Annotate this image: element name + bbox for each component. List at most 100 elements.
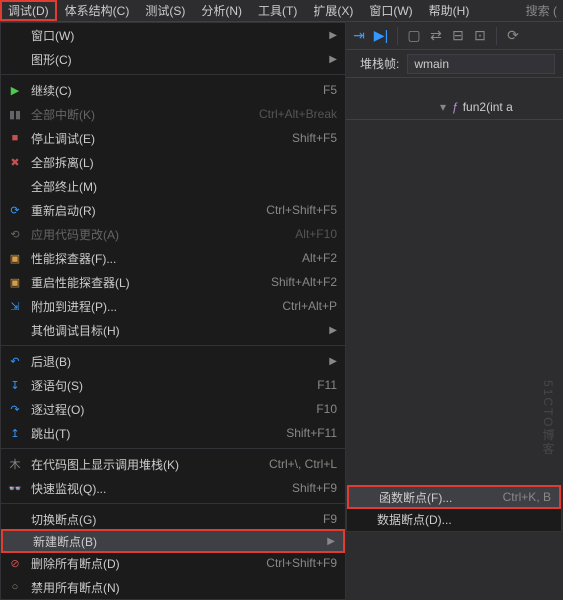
menu-shortcut: Ctrl+Shift+F5 (266, 203, 337, 217)
menubar: 调试(D) 体系结构(C) 测试(S) 分析(N) 工具(T) 扩展(X) 窗口… (0, 0, 563, 22)
submenu-function-bp[interactable]: 函数断点(F)... Ctrl+K, B (347, 485, 561, 509)
blank-icon (7, 533, 27, 549)
menu-label: 其他调试目标(H) (31, 322, 321, 339)
menu-label: 性能探查器(F)... (31, 250, 282, 267)
step-over-icon: ↷ (5, 401, 25, 417)
menu-shortcut: Shift+F11 (286, 426, 337, 440)
menu-debug[interactable]: 调试(D) (0, 0, 57, 21)
menu-step-out[interactable]: ↥ 跳出(T) Shift+F11 (1, 421, 345, 445)
menu-apply-code: ⟲ 应用代码更改(A) Alt+F10 (1, 222, 345, 246)
debug-dropdown: 窗口(W) ▶ 图形(C) ▶ ▶ 继续(C) F5 ▮▮ 全部中断(K) Ct… (0, 22, 346, 600)
separator (1, 345, 345, 346)
menu-shortcut: Shift+F5 (292, 131, 337, 145)
step-out-icon: ↥ (5, 425, 25, 441)
menu-tools[interactable]: 工具(T) (250, 0, 305, 21)
stack-frame-select[interactable]: wmain (407, 54, 555, 74)
menu-shortcut: F11 (317, 378, 337, 392)
menu-shortcut: Ctrl+Alt+P (282, 299, 337, 313)
menu-arch[interactable]: 体系结构(C) (57, 0, 138, 21)
menu-label: 全部中断(K) (31, 106, 239, 123)
menu-stop[interactable]: ■ 停止调试(E) Shift+F5 (1, 126, 345, 150)
menu-disable-all-bp[interactable]: ○ 禁用所有断点(N) (1, 575, 345, 599)
tool-icon-1[interactable]: ▢ (405, 27, 423, 45)
menu-label: 新建断点(B) (33, 533, 319, 550)
delete-bp-icon: ⊘ (5, 555, 25, 571)
menu-label: 全部终止(M) (31, 178, 337, 195)
menu-help[interactable]: 帮助(H) (421, 0, 478, 21)
menu-shortcut: Ctrl+\, Ctrl+L (269, 457, 337, 471)
menu-new-breakpoint[interactable]: 新建断点(B) ▶ (1, 529, 345, 553)
menu-delete-all-bp[interactable]: ⊘ 删除所有断点(D) Ctrl+Shift+F9 (1, 551, 345, 575)
menu-other-targets[interactable]: 其他调试目标(H) ▶ (1, 318, 345, 342)
menu-relaunch-perf[interactable]: ▣ 重启性能探查器(L) Shift+Alt+F2 (1, 270, 345, 294)
tool-icon-2[interactable]: ⇄ (427, 27, 445, 45)
menu-step-into[interactable]: ↧ 逐语句(S) F11 (1, 373, 345, 397)
separator (1, 448, 345, 449)
breadcrumb-function[interactable]: fun2(int a (463, 100, 513, 114)
menu-label: 删除所有断点(D) (31, 555, 246, 572)
attach-icon: ⇲ (5, 298, 25, 314)
detach-icon: ✖ (5, 154, 25, 170)
chevron-down-icon[interactable]: ▾ (440, 100, 446, 114)
menu-analyze[interactable]: 分析(N) (193, 0, 250, 21)
menu-shortcut: F5 (323, 83, 337, 97)
menu-graphics[interactable]: 图形(C) ▶ (1, 47, 345, 71)
stop-icon: ■ (5, 130, 25, 146)
menu-shortcut: Alt+F2 (302, 251, 337, 265)
perf-restart-icon: ▣ (5, 274, 25, 290)
search-box[interactable]: 搜索 ( (520, 0, 563, 21)
chevron-right-icon: ▶ (329, 54, 337, 65)
menu-label: 切换断点(G) (31, 511, 303, 528)
menu-terminate-all[interactable]: 全部终止(M) (1, 174, 345, 198)
blank-icon (5, 51, 25, 67)
menu-step-over[interactable]: ↷ 逐过程(O) F10 (1, 397, 345, 421)
menu-label: 跳出(T) (31, 425, 266, 442)
watermark: 51CTO博客 (540, 380, 557, 456)
refresh-icon[interactable]: ⟳ (504, 27, 522, 45)
menu-toggle-bp[interactable]: 切换断点(G) F9 (1, 507, 345, 531)
menu-label: 快速监视(Q)... (31, 480, 272, 497)
function-glyph-icon: ƒ (452, 100, 459, 114)
menu-shortcut: Shift+Alt+F2 (271, 275, 337, 289)
menu-label: 附加到进程(P)... (31, 298, 262, 315)
menu-label: 禁用所有断点(N) (31, 579, 337, 596)
menu-detach-all[interactable]: ✖ 全部拆离(L) (1, 150, 345, 174)
menu-quickwatch[interactable]: 👓 快速监视(Q)... Shift+F9 (1, 476, 345, 500)
pause-icon: ▮▮ (5, 106, 25, 122)
menu-label: 重启性能探查器(L) (31, 274, 251, 291)
glasses-icon: 👓 (5, 480, 25, 496)
chevron-right-icon: ▶ (329, 356, 337, 367)
menu-windows[interactable]: 窗口(W) ▶ (1, 23, 345, 47)
menu-perf[interactable]: ▣ 性能探查器(F)... Alt+F2 (1, 246, 345, 270)
menu-restart[interactable]: ⟳ 重新启动(R) Ctrl+Shift+F5 (1, 198, 345, 222)
blank-icon (5, 27, 25, 43)
separator (397, 27, 398, 45)
menu-label: 函数断点(F)... (379, 489, 483, 506)
menu-label: 应用代码更改(A) (31, 226, 275, 243)
step-next-icon[interactable]: ▶| (372, 27, 390, 45)
disable-bp-icon: ○ (5, 579, 25, 595)
step-icon[interactable]: ⇥ (350, 27, 368, 45)
chevron-right-icon: ▶ (327, 536, 335, 547)
menu-callstack-map[interactable]: ⽊ 在代码图上显示调用堆栈(K) Ctrl+\, Ctrl+L (1, 452, 345, 476)
separator (1, 503, 345, 504)
new-breakpoint-submenu: 函数断点(F)... Ctrl+K, B 数据断点(D)... (346, 486, 562, 532)
menu-break-all: ▮▮ 全部中断(K) Ctrl+Alt+Break (1, 102, 345, 126)
submenu-data-bp[interactable]: 数据断点(D)... (347, 507, 561, 531)
chevron-right-icon: ▶ (329, 325, 337, 336)
menu-shortcut: Ctrl+Alt+Break (259, 107, 337, 121)
apply-icon: ⟲ (5, 226, 25, 242)
menu-label: 窗口(W) (31, 27, 321, 44)
blank-icon (351, 511, 371, 527)
menu-ext[interactable]: 扩展(X) (305, 0, 361, 21)
tool-icon-3[interactable]: ⊟ (449, 27, 467, 45)
menu-continue[interactable]: ▶ 继续(C) F5 (1, 78, 345, 102)
menu-attach[interactable]: ⇲ 附加到进程(P)... Ctrl+Alt+P (1, 294, 345, 318)
menu-window[interactable]: 窗口(W) (361, 0, 420, 21)
tool-icon-4[interactable]: ⊡ (471, 27, 489, 45)
menu-step-back[interactable]: ↶ 后退(B) ▶ (1, 349, 345, 373)
menu-label: 继续(C) (31, 82, 303, 99)
menu-label: 停止调试(E) (31, 130, 272, 147)
blank-icon (353, 489, 373, 505)
menu-test[interactable]: 测试(S) (137, 0, 193, 21)
